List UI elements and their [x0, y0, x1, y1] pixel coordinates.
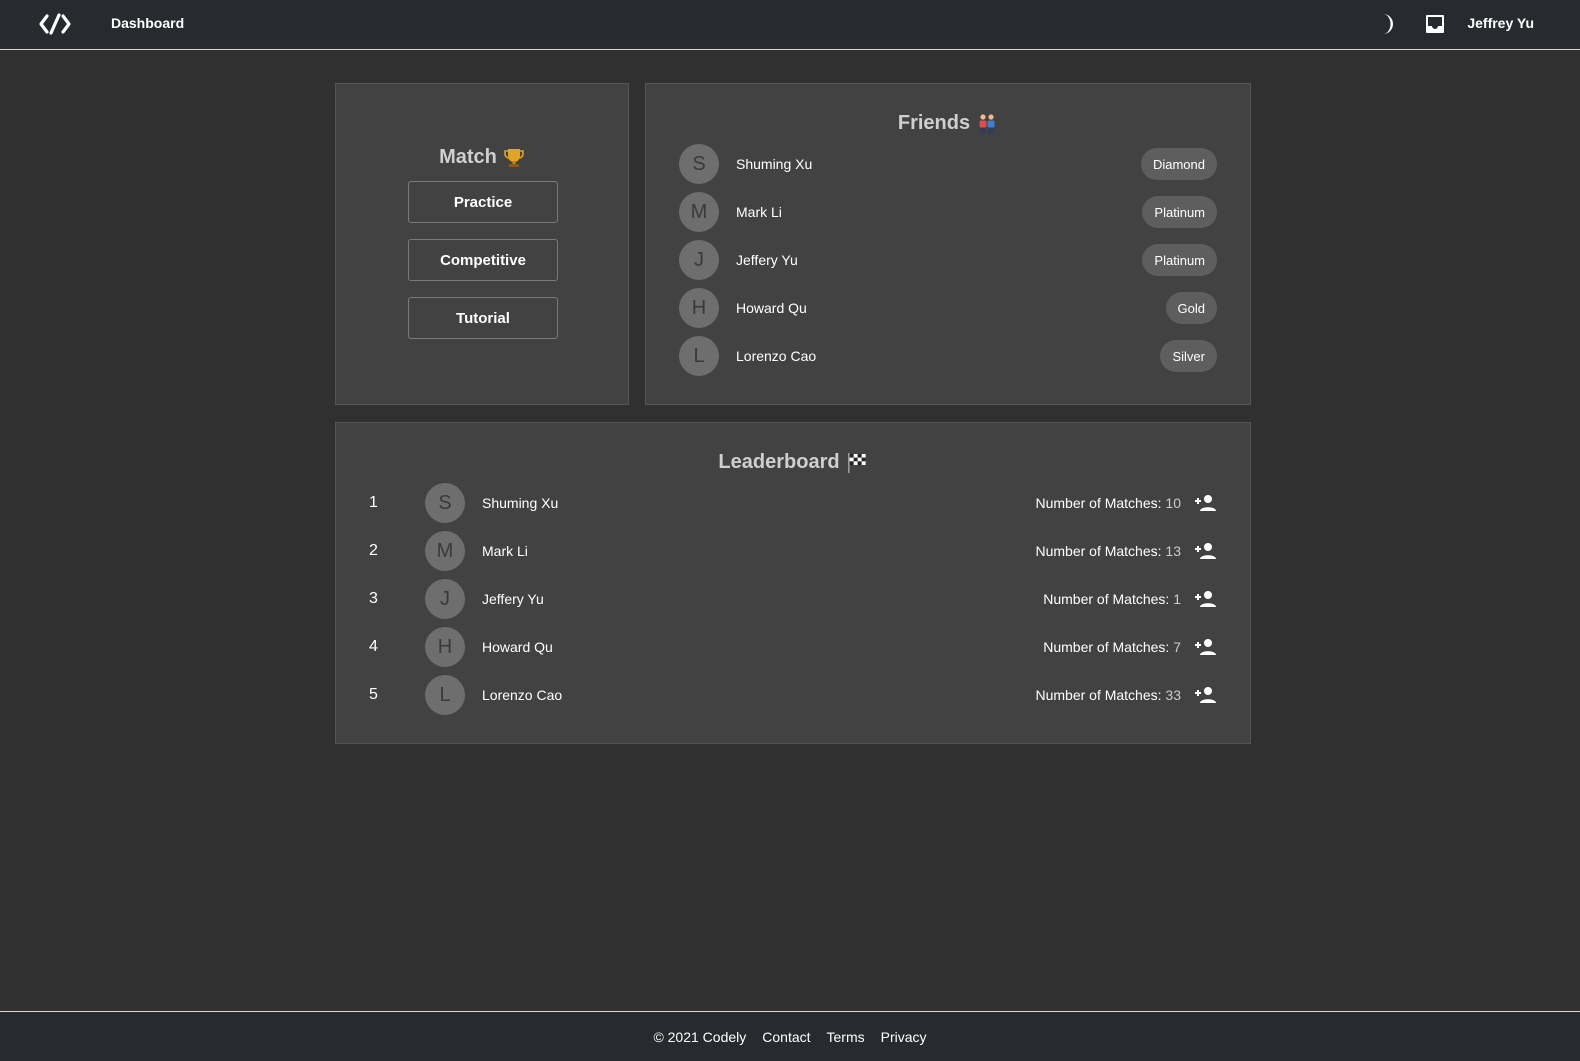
- player-name: Mark Li: [482, 543, 528, 559]
- terms-link[interactable]: Terms: [827, 1029, 865, 1045]
- avatar: L: [425, 675, 465, 715]
- leaderboard-card: Leaderboard 1 S Shuming Xu Number of Mat…: [335, 422, 1251, 744]
- person-add-icon[interactable]: [1193, 587, 1217, 611]
- friend-name: Shuming Xu: [736, 156, 813, 172]
- leaderboard-position: 5: [369, 686, 378, 703]
- code-bracket-logo[interactable]: [38, 12, 72, 36]
- leaderboard-title: Leaderboard: [336, 451, 1250, 474]
- friend-item[interactable]: S Shuming Xu Diamond: [679, 144, 1217, 184]
- person-add-icon[interactable]: [1193, 539, 1217, 563]
- matches-count: Number of Matches: 7: [1043, 639, 1181, 655]
- player-name: Jeffery Yu: [482, 591, 544, 607]
- leaderboard-row: 1 S Shuming Xu Number of Matches: 10: [369, 483, 1217, 523]
- copyright-text: © 2021 Codely: [653, 1028, 747, 1045]
- avatar: S: [679, 144, 719, 184]
- leaderboard-row: 2 M Mark Li Number of Matches: 13: [369, 531, 1217, 571]
- avatar: J: [425, 579, 465, 619]
- match-title: Match: [336, 146, 628, 169]
- tutorial-button[interactable]: Tutorial: [408, 297, 558, 339]
- matches-value: 10: [1165, 495, 1181, 511]
- friend-name: Jeffery Yu: [736, 252, 798, 268]
- matches-count: Number of Matches: 10: [1035, 495, 1181, 511]
- person-add-icon[interactable]: [1193, 491, 1217, 515]
- friend-item[interactable]: L Lorenzo Cao Silver: [679, 336, 1217, 376]
- match-card: Match Practice Competitive Tutorial: [335, 83, 629, 405]
- player-name: Shuming Xu: [482, 495, 559, 511]
- rank-badge: Platinum: [1142, 244, 1217, 276]
- avatar: M: [679, 192, 719, 232]
- matches-label: Number of Matches:: [1043, 639, 1170, 655]
- nav-dashboard-link[interactable]: Dashboard: [111, 15, 184, 31]
- matches-label: Number of Matches:: [1043, 591, 1170, 607]
- two-people-icon: [979, 113, 995, 133]
- matches-value: 33: [1165, 687, 1181, 703]
- friends-title: Friends: [646, 112, 1250, 135]
- matches-label: Number of Matches:: [1035, 687, 1162, 703]
- friends-title-text: Friends: [897, 112, 971, 134]
- leaderboard-title-text: Leaderboard: [718, 451, 840, 473]
- rank-badge: Silver: [1160, 340, 1217, 372]
- leaderboard-position: 2: [369, 542, 378, 559]
- user-menu[interactable]: Jeffrey Yu: [1467, 15, 1534, 31]
- matches-count: Number of Matches: 13: [1035, 543, 1181, 559]
- matches-count: Number of Matches: 33: [1035, 687, 1181, 703]
- contact-link[interactable]: Contact: [762, 1029, 810, 1045]
- leaderboard-row: 3 J Jeffery Yu Number of Matches: 1: [369, 579, 1217, 619]
- friends-card: Friends S Shuming Xu Diamond M Mark Li P…: [645, 83, 1251, 405]
- matches-label: Number of Matches:: [1035, 543, 1162, 559]
- leaderboard-row: 4 H Howard Qu Number of Matches: 7: [369, 627, 1217, 667]
- matches-value: 13: [1165, 543, 1181, 559]
- avatar: S: [425, 483, 465, 523]
- leaderboard-position: 1: [369, 494, 378, 511]
- matches-count: Number of Matches: 1: [1043, 591, 1181, 607]
- leaderboard-position: 4: [369, 638, 378, 655]
- top-navigation-bar: Dashboard Jeffrey Yu: [0, 0, 1580, 50]
- person-add-icon[interactable]: [1193, 635, 1217, 659]
- rank-badge: Platinum: [1142, 196, 1217, 228]
- player-name: Howard Qu: [482, 639, 553, 655]
- person-add-icon[interactable]: [1193, 683, 1217, 707]
- avatar: L: [679, 336, 719, 376]
- avatar: J: [679, 240, 719, 280]
- friend-item[interactable]: M Mark Li Platinum: [679, 192, 1217, 232]
- avatar: M: [425, 531, 465, 571]
- leaderboard-position: 3: [369, 590, 378, 607]
- match-title-text: Match: [439, 146, 497, 168]
- avatar: H: [425, 627, 465, 667]
- moon-icon[interactable]: [1377, 13, 1397, 35]
- matches-label: Number of Matches:: [1035, 495, 1162, 511]
- footer: © 2021 Codely Contact Terms Privacy: [0, 1011, 1580, 1061]
- checkered-flag-icon: [847, 452, 866, 473]
- matches-value: 7: [1173, 639, 1181, 655]
- competitive-button[interactable]: Competitive: [408, 239, 558, 281]
- player-name: Lorenzo Cao: [482, 687, 563, 703]
- privacy-link[interactable]: Privacy: [881, 1029, 927, 1045]
- trophy-icon: [504, 148, 524, 167]
- avatar: H: [679, 288, 719, 328]
- friend-name: Mark Li: [736, 204, 782, 220]
- rank-badge: Gold: [1165, 292, 1217, 324]
- leaderboard-row: 5 L Lorenzo Cao Number of Matches: 33: [369, 675, 1217, 715]
- friend-name: Lorenzo Cao: [736, 348, 817, 364]
- friend-name: Howard Qu: [736, 300, 807, 316]
- friend-item[interactable]: J Jeffery Yu Platinum: [679, 240, 1217, 280]
- matches-value: 1: [1173, 591, 1181, 607]
- rank-badge: Diamond: [1140, 148, 1217, 180]
- friend-item[interactable]: H Howard Qu Gold: [679, 288, 1217, 328]
- practice-button[interactable]: Practice: [408, 181, 558, 223]
- inbox-icon[interactable]: [1425, 14, 1445, 34]
